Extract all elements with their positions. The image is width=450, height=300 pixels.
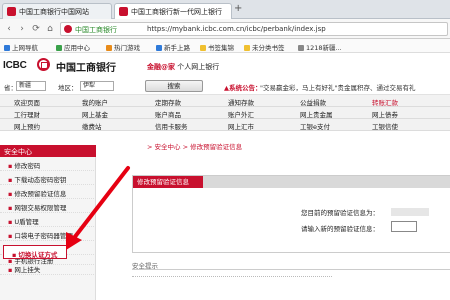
tab-icbc-online-banking[interactable]: 中国工商银行新一代网上银行 [114,3,232,19]
system-notice-text[interactable]: "交易赢金彩，马上有好礼"贵金属积存、通过交易有礼 [260,82,415,92]
sidebar-title: 安全中心 [0,145,96,157]
security-tips-section: 安全提示 [132,262,450,300]
menu-fund[interactable]: 网上基金 [82,109,108,119]
bank-header: ICBC 中国工商银行 金融@家 个人网上银行 [0,53,450,78]
menu-messenger[interactable]: 工银信使 [372,121,398,131]
reload-button[interactable]: ⟳ [30,23,42,35]
verification-panel: 修改预留验证信息 您目前的预留验证信息为： 请输入新的预留验证信息： [132,175,450,253]
menu-payment[interactable]: 缴费站 [82,121,102,131]
sidebar-item-ukey[interactable]: U盾管理 [0,213,96,227]
menu-bond[interactable]: 网上债券 [372,109,398,119]
menu-my-account[interactable]: 我的账户 [82,97,108,107]
menu-wealth[interactable]: 工行理财 [14,109,40,119]
url-input[interactable]: 中国工商银行 https://mybank.icbc.com.cn/icbc/p… [60,22,448,36]
current-verification-label: 您目前的预留验证信息为： [301,209,379,217]
address-bar-row: ‹ › ⟳ ⌂ 中国工商银行 https://mybank.icbc.com.c… [0,19,450,39]
menu-reservation[interactable]: 网上预约 [14,121,40,131]
menu-fixed-deposit[interactable]: 定期存款 [155,97,181,107]
menu-account-products[interactable]: 账户商品 [155,109,181,119]
browser-tab-bar: 中国工商银行中国网站 中国工商银行新一代网上银行 + [0,0,450,19]
secure-site-icon [64,25,72,33]
globe-icon [4,45,10,51]
bookmarks-bar: 上网导航 应用中心 热门游戏 新手上路 书签集锦 未分类书签 1218新疆... [0,39,450,53]
folder-icon [200,45,206,51]
new-verification-input[interactable] [391,221,417,232]
brand-tagline: 金融@家 个人网上银行 [147,63,220,71]
bookmark-item[interactable]: 上网导航 [4,42,38,52]
bookmark-item[interactable]: 新手上路 [156,42,190,52]
current-verification-value [391,208,429,216]
menu-precious-metal[interactable]: 网上贵金属 [300,109,333,119]
icbc-favicon-icon [119,7,128,16]
bookmark-item[interactable]: 1218新疆... [298,42,342,52]
sidebar-item-pocket-token[interactable]: 口袋电子密码器管理 [0,227,96,241]
bookmark-item[interactable]: 书签集锦 [200,42,234,52]
panel-header: 修改预留验证信息 [133,176,450,188]
menu-donation[interactable]: 公益捐款 [300,97,326,107]
sidebar-item-switch-auth[interactable]: 切换认证方式 [3,245,67,259]
sidebar-item-report-loss[interactable]: 网上挂失 [0,261,96,275]
bank-name: 中国工商银行 [56,63,116,74]
city-label: 地区： [58,84,78,92]
icbc-favicon-icon [7,7,16,16]
tab-icbc-china-site[interactable]: 中国工商银行中国网站 [2,3,112,19]
back-button[interactable]: ‹ [3,23,15,35]
sidebar-item-download-otp-key[interactable]: 下载动态密码密钥 [0,171,96,185]
beginner-icon [156,45,162,51]
icbc-wordmark: ICBC [3,60,27,71]
menu-fx-market[interactable]: 网上汇市 [228,121,254,131]
icbc-logo-icon [37,58,50,71]
bookmark-item[interactable]: 应用中心 [56,42,90,52]
new-tab-button[interactable]: + [234,3,242,14]
bookmark-item[interactable]: 未分类书签 [244,42,285,52]
divider [132,276,332,277]
security-tips-title: 安全提示 [132,262,158,270]
main-content: > 安全中心 > 修改预留验证信息 修改预留验证信息 您目前的预留验证信息为： … [97,131,450,300]
menu-transfer[interactable]: 转账汇款 [372,97,398,107]
menu-e-pay[interactable]: 工银e支付 [300,121,330,131]
folder-icon [244,45,250,51]
security-sidebar: 安全中心 修改密码 下载动态密码密钥 修改预留验证信息 网银交易权限管理 U盾管… [0,145,96,300]
bookmark-item[interactable]: 热门游戏 [106,42,140,52]
url-text: https://mybank.icbc.com.cn/icbc/perbank/… [147,25,326,33]
menu-forex[interactable]: 账户外汇 [228,109,254,119]
forward-button[interactable]: › [16,23,28,35]
menu-row: 工行理财 网上基金 账户商品 账户外汇 网上贵金属 网上债券 [0,107,450,119]
menu-notice-deposit[interactable]: 通知存款 [228,97,254,107]
search-button[interactable]: 搜索 [145,80,203,92]
menu-row: 网上预约 缴费站 信用卡服务 网上汇市 工银e支付 工银信使 [0,119,450,131]
region-search-row: 省： 新疆 地区： 伊犁 搜索 ▲系统公告： "交易赢金彩，马上有好礼"贵金属积… [0,78,450,95]
app-center-icon [56,45,62,51]
sidebar-item-edit-verification[interactable]: 修改预留验证信息 [0,185,96,199]
system-notice-label: ▲系统公告： [224,84,262,92]
site-identity-label: 中国工商银行 [75,26,117,34]
panel-title: 修改预留验证信息 [133,176,203,188]
breadcrumb: > 安全中心 > 修改预留验证信息 [147,143,243,151]
menu-welcome[interactable]: 欢迎页面 [14,97,40,107]
page-icon [298,45,304,51]
new-verification-label: 请输入新的预留验证信息： [301,225,379,233]
game-icon [106,45,112,51]
sidebar-item-change-password[interactable]: 修改密码 [0,157,96,171]
menu-row: 欢迎页面 我的账户 定期存款 通知存款 公益捐款 转账汇款 [0,95,450,107]
menu-credit-card[interactable]: 信用卡服务 [155,121,188,131]
city-select[interactable]: 伊犁 [80,81,114,91]
main-menu: 欢迎页面 我的账户 定期存款 通知存款 公益捐款 转账汇款 工行理财 网上基金 … [0,95,450,131]
sidebar-item-permissions[interactable]: 网银交易权限管理 [0,199,96,213]
province-select[interactable]: 新疆 [16,81,46,91]
home-button[interactable]: ⌂ [44,23,56,35]
